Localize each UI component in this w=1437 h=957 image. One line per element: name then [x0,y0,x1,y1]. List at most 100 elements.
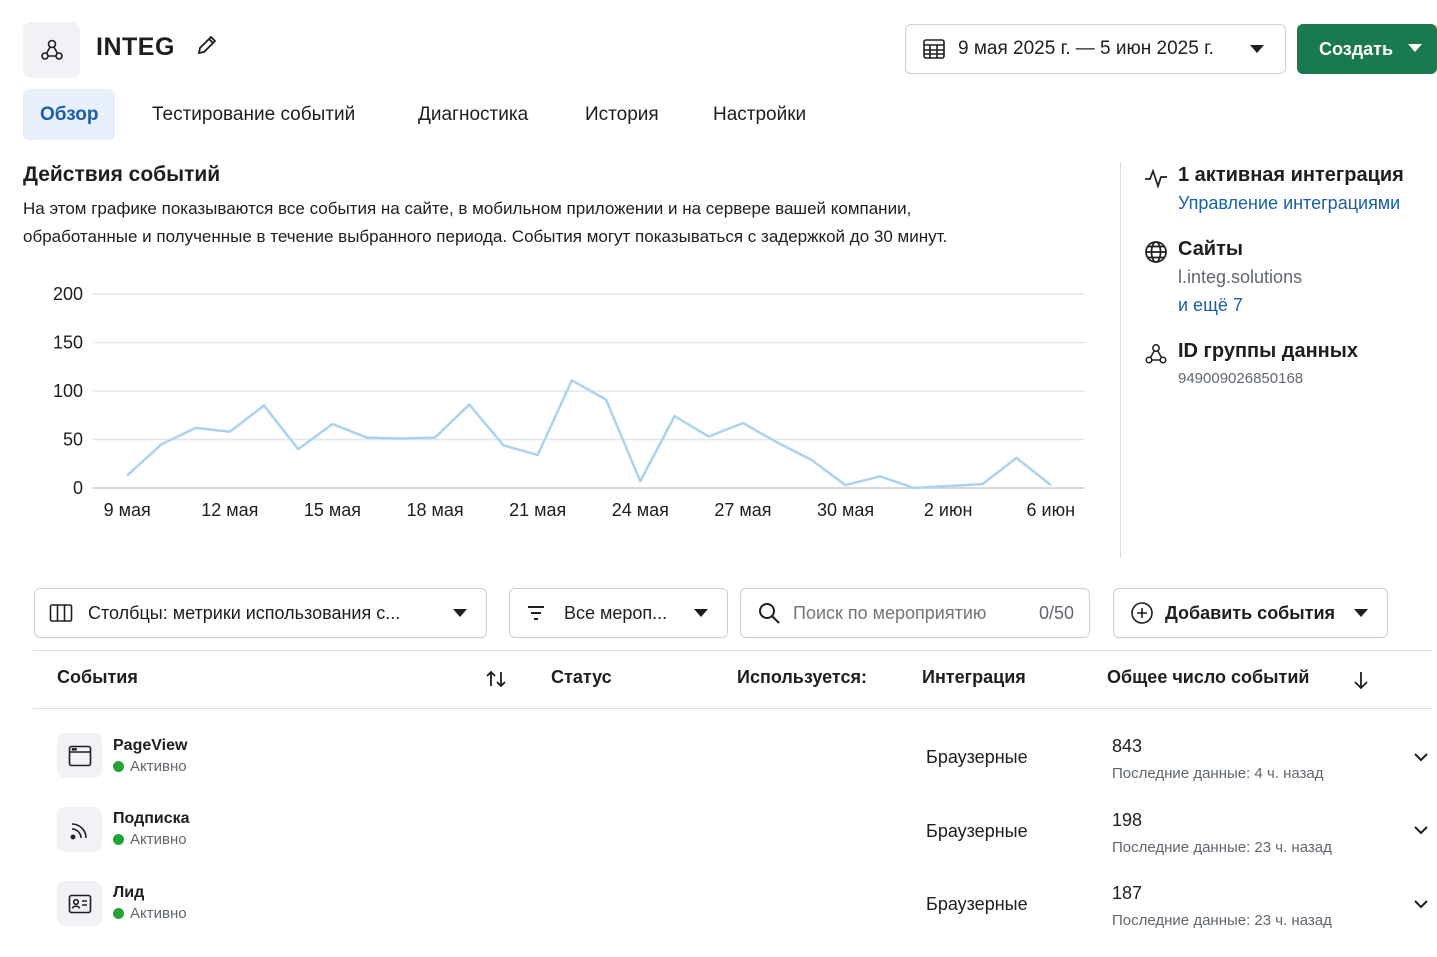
filter-icon [528,606,544,620]
series-line [126,379,1052,490]
dataset-id-value: 949009026850168 [1178,370,1304,387]
y-tick-label: 0 [73,478,83,498]
event-last-received: Последние данные: 4 ч. назад [1112,765,1324,782]
event-name[interactable]: Лид [113,884,187,902]
create-button[interactable]: Создать [1297,24,1437,74]
event-name-cell: PageView Активно [113,737,187,775]
event-name-cell: Лид Активно [113,884,187,922]
activity-pulse-icon [1145,168,1167,189]
section-title: Действия событий [23,163,221,186]
caret-down-icon [1250,45,1264,53]
column-header-total-events[interactable]: Общее число событий [1107,667,1310,688]
columns-selector[interactable]: Столбцы: метрики использования с... [34,588,487,638]
event-integration: Браузерные [926,747,1028,767]
event-status-label: Активно [130,905,187,922]
tab-event-testing[interactable]: Тестирование событий [135,89,372,140]
event-total-cell: 187 Последние данные: 23 ч. назад [1112,883,1332,929]
column-header-integration: Интеграция [922,667,1026,687]
section-description: На этом графике показываются все события… [23,195,1113,251]
table-header-border [33,708,1433,709]
y-tick-label: 200 [53,284,83,304]
tab-diagnostics[interactable]: Диагностика [401,89,545,140]
status-active-dot [113,908,124,919]
search-char-counter: 0/50 [1038,602,1074,623]
create-button-label: Создать [1319,38,1394,59]
event-icon-tile [57,807,102,852]
columns-icon [49,604,73,622]
date-range-label: 9 мая 2025 г. — 5 июн 2025 г. [958,38,1214,59]
tab-history[interactable]: История [568,89,676,140]
table-row[interactable] [57,807,102,852]
manage-integrations-link[interactable]: Управление интеграциями [1178,193,1404,214]
table-row[interactable] [57,733,102,778]
tab-overview[interactable]: Обзор [23,89,116,140]
event-total-count: 187 [1112,883,1143,903]
dataset-network-icon [40,39,63,60]
event-total-count: 198 [1112,810,1143,830]
y-tick-label: 50 [63,430,83,450]
panel-divider [1120,162,1121,558]
x-tick-label: 18 мая [406,500,463,520]
event-last-received: Последние данные: 23 ч. назад [1112,912,1332,929]
sort-toggle-icon[interactable] [485,670,507,688]
x-tick-label: 9 мая [104,500,151,520]
table-row[interactable] [57,881,102,926]
search-input[interactable] [793,602,1023,624]
event-total-count: 843 [1112,736,1143,756]
event-status: Активно [113,831,190,848]
add-events-label: Добавить события [1165,602,1336,623]
event-filter-label: Все мероп... [564,602,668,623]
column-header-status: Статус [551,667,612,687]
x-tick-label: 24 мая [612,500,669,520]
y-tick-label: 150 [53,333,83,353]
event-integration: Браузерные [926,894,1028,914]
calendar-icon [923,39,945,59]
y-tick-label: 100 [53,381,83,401]
globe-icon [1145,241,1167,263]
event-name[interactable]: Подписка [113,810,190,828]
event-total-cell: 198 Последние данные: 23 ч. назад [1112,810,1332,856]
add-events-button[interactable]: Добавить события [1113,588,1388,638]
x-tick-label: 2 июн [924,500,973,520]
sites-title: Сайты [1178,238,1243,260]
caret-down-icon [694,609,708,617]
search-icon [759,603,780,624]
events-line-chart: 0 50 100 150 200 9 мая 12 мая 15 мая 18 мая 21 ма… [53,284,1085,520]
event-integration: Браузерные [926,821,1028,841]
event-last-received: Последние данные: 23 ч. назад [1112,839,1332,856]
more-sites-link[interactable]: и ещё 7 [1178,295,1302,316]
sort-descending-icon[interactable] [1353,670,1369,690]
integrations-block: 1 активная интеграция Управление интегра… [1144,164,1404,214]
expand-row-chevron-icon[interactable] [1412,895,1430,913]
edit-pencil-icon[interactable] [194,32,220,58]
x-tick-label: 12 мая [201,500,258,520]
event-status-label: Активно [130,831,187,848]
dataset-logo [23,22,80,78]
x-tick-label: 15 мая [304,500,361,520]
tab-settings[interactable]: Настройки [696,89,823,140]
columns-selector-label: Столбцы: метрики использования с... [88,602,401,623]
event-search-field[interactable]: 0/50 [740,588,1090,638]
status-active-dot [113,761,124,772]
rss-feed-icon [70,822,87,839]
date-range-picker[interactable]: 9 мая 2025 г. — 5 июн 2025 г. [905,24,1286,74]
x-tick-label: 6 июн [1027,500,1076,520]
event-status: Активно [113,758,187,775]
column-header-events[interactable]: События [57,667,138,688]
caret-down-icon [453,609,467,617]
browser-window-icon [68,745,91,766]
page-title: INTEG [96,33,175,61]
event-status-label: Активно [130,758,187,775]
description-line: На этом графике показываются все события… [23,199,912,218]
x-tick-label: 21 мая [509,500,566,520]
event-name-cell: Подписка Активно [113,810,190,848]
dataset-id-title: ID группы данных [1178,340,1358,362]
event-filter-dropdown[interactable]: Все мероп... [509,588,728,638]
expand-row-chevron-icon[interactable] [1412,821,1430,839]
contact-card-icon [68,894,91,913]
dataset-id-block: ID группы данных 949009026850168 [1144,340,1358,387]
event-name[interactable]: PageView [113,737,187,755]
dataset-network-icon [1145,344,1167,364]
event-status: Активно [113,905,187,922]
expand-row-chevron-icon[interactable] [1412,748,1430,766]
